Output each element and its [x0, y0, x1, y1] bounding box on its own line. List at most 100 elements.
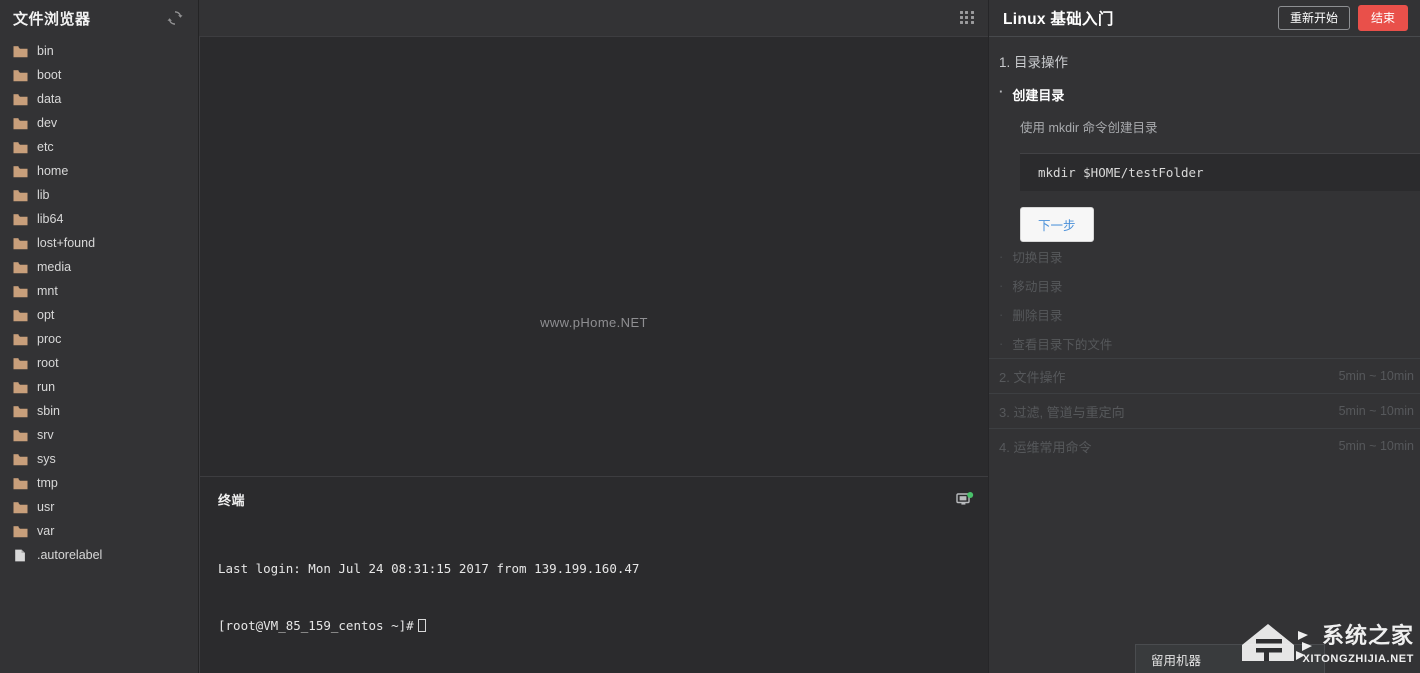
- folder-icon: [13, 525, 28, 538]
- task-name: 创建目录: [1012, 88, 1065, 103]
- file-list-item[interactable]: lib: [0, 183, 198, 207]
- folder-icon: [13, 261, 28, 274]
- file-list-item[interactable]: .autorelabel: [0, 543, 198, 567]
- folder-icon: [13, 333, 28, 346]
- file-list-item[interactable]: boot: [0, 63, 198, 87]
- chapter-label: 4. 运维常用命令: [999, 439, 1092, 455]
- chapter-item[interactable]: 4. 运维常用命令 5min ~ 10min: [989, 428, 1420, 463]
- task-description: 使用 mkdir 命令创建目录: [1020, 121, 1158, 135]
- file-list-item[interactable]: bin: [0, 39, 198, 63]
- bullet-icon: ·: [999, 307, 1004, 322]
- pending-step-label: 删除目录: [1012, 309, 1063, 323]
- bullet-icon: ·: [999, 84, 1004, 99]
- file-list-item-label: tmp: [37, 476, 58, 490]
- file-list-item-label: .autorelabel: [37, 548, 103, 562]
- workspace-toolbar: [199, 0, 988, 36]
- file-list-item[interactable]: home: [0, 159, 198, 183]
- file-list-item-label: proc: [37, 332, 62, 346]
- current-task: · 创建目录 使用 mkdir 命令创建目录 mkdir $HOME/testF…: [989, 71, 1420, 242]
- code-snippet[interactable]: mkdir $HOME/testFolder: [1020, 153, 1420, 191]
- file-list-item-label: sys: [37, 452, 56, 466]
- folder-icon: [13, 189, 28, 202]
- file-list-item-label: root: [37, 356, 59, 370]
- watermark-en: XITONGZHIJIA.NET: [1302, 653, 1414, 665]
- file-list-item[interactable]: mnt: [0, 279, 198, 303]
- file-list-item[interactable]: sbin: [0, 399, 198, 423]
- folder-icon: [13, 309, 28, 322]
- file-list-item[interactable]: dev: [0, 111, 198, 135]
- pending-step-list: · 切换目录 · 移动目录 · 删除目录 · 查看目录下的文件: [989, 242, 1420, 358]
- refresh-icon[interactable]: [167, 10, 183, 26]
- folder-icon: [13, 453, 28, 466]
- app-root: 文件浏览器 bin boot data dev etc home lib lib64 lost+…: [0, 0, 1420, 673]
- folder-icon: [13, 429, 28, 442]
- file-list-item[interactable]: tmp: [0, 471, 198, 495]
- terminal-cursor: [417, 619, 426, 632]
- folder-icon: [13, 141, 28, 154]
- file-list-item-label: opt: [37, 308, 55, 322]
- grid-dots-icon[interactable]: [960, 10, 974, 25]
- file-list-item[interactable]: sys: [0, 447, 198, 471]
- pending-step-label: 移动目录: [1012, 280, 1063, 294]
- main-workspace: www.pHome.NET 终端 Last login: Mon Jul 24 …: [199, 0, 988, 673]
- file-list: bin boot data dev etc home lib lib64 lost+found m…: [0, 36, 198, 567]
- file-list-item[interactable]: var: [0, 519, 198, 543]
- next-step-button[interactable]: 下一步: [1020, 207, 1094, 242]
- file-browser-sidebar: 文件浏览器 bin boot data dev etc home lib lib64 lost+…: [0, 0, 199, 673]
- folder-icon: [13, 93, 28, 106]
- file-list-item[interactable]: media: [0, 255, 198, 279]
- bullet-icon: ·: [999, 249, 1004, 264]
- pending-step-label: 查看目录下的文件: [1012, 338, 1113, 352]
- pending-step-label: 切换目录: [1012, 251, 1063, 265]
- folder-icon: [13, 285, 28, 298]
- finish-button[interactable]: 结束: [1357, 5, 1408, 31]
- lesson-header: Linux 基础入门 重新开始 结束: [989, 0, 1420, 37]
- folder-icon: [13, 357, 28, 370]
- folder-icon: [13, 213, 28, 226]
- file-list-item[interactable]: data: [0, 87, 198, 111]
- chapter-list: 2. 文件操作 5min ~ 10min 3. 过滤, 管道与重定向 5min ~ 1…: [989, 358, 1420, 463]
- chapter-item[interactable]: 2. 文件操作 5min ~ 10min: [989, 358, 1420, 393]
- task-name-row: · 创建目录: [999, 85, 1420, 104]
- folder-icon: [13, 381, 28, 394]
- terminal-title: 终端: [218, 492, 246, 508]
- pending-step-item[interactable]: · 切换目录: [989, 242, 1420, 271]
- file-list-item-label: lib: [37, 188, 50, 202]
- viewer-watermark: www.pHome.NET: [540, 314, 648, 330]
- pending-step-item[interactable]: · 移动目录: [989, 271, 1420, 300]
- file-list-item-label: home: [37, 164, 69, 178]
- file-list-item-label: var: [37, 524, 55, 538]
- file-list-item[interactable]: root: [0, 351, 198, 375]
- file-list-item[interactable]: opt: [0, 303, 198, 327]
- chapter-item[interactable]: 3. 过滤, 管道与重定向 5min ~ 10min: [989, 393, 1420, 428]
- file-list-item-label: run: [37, 380, 56, 394]
- file-list-item[interactable]: etc: [0, 135, 198, 159]
- file-list-item-label: media: [37, 260, 72, 274]
- terminal-header: 终端: [218, 489, 974, 509]
- folder-icon: [13, 117, 28, 130]
- section-title: 1. 目录操作: [999, 55, 1069, 70]
- file-viewer-panel[interactable]: www.pHome.NET: [199, 35, 988, 476]
- file-list-item-label: dev: [37, 116, 58, 130]
- file-list-item[interactable]: usr: [0, 495, 198, 519]
- pending-step-item[interactable]: · 查看目录下的文件: [989, 329, 1420, 358]
- terminal-output[interactable]: Last login: Mon Jul 24 08:31:15 2017 fro…: [218, 521, 974, 673]
- file-list-item[interactable]: lib64: [0, 207, 198, 231]
- folder-icon: [13, 45, 28, 58]
- monitor-online-icon[interactable]: [956, 491, 974, 507]
- terminal-prompt: [root@VM_85_159_centos ~]#: [218, 618, 414, 633]
- file-list-item[interactable]: lost+found: [0, 231, 198, 255]
- file-icon: [13, 549, 28, 562]
- pending-step-item[interactable]: · 删除目录: [989, 300, 1420, 329]
- file-list-item-label: lib64: [37, 212, 64, 226]
- file-list-item-label: data: [37, 92, 62, 106]
- restart-button[interactable]: 重新开始: [1277, 6, 1350, 30]
- file-list-item-label: boot: [37, 68, 62, 82]
- file-list-item[interactable]: proc: [0, 327, 198, 351]
- terminal-panel[interactable]: 终端 Last login: Mon Jul 24 08:31:15 2017 …: [199, 476, 988, 673]
- file-list-item[interactable]: run: [0, 375, 198, 399]
- file-list-item-label: usr: [37, 500, 55, 514]
- chapter-duration: 5min ~ 10min: [1338, 369, 1414, 383]
- file-list-item-label: mnt: [37, 284, 58, 298]
- file-list-item[interactable]: srv: [0, 423, 198, 447]
